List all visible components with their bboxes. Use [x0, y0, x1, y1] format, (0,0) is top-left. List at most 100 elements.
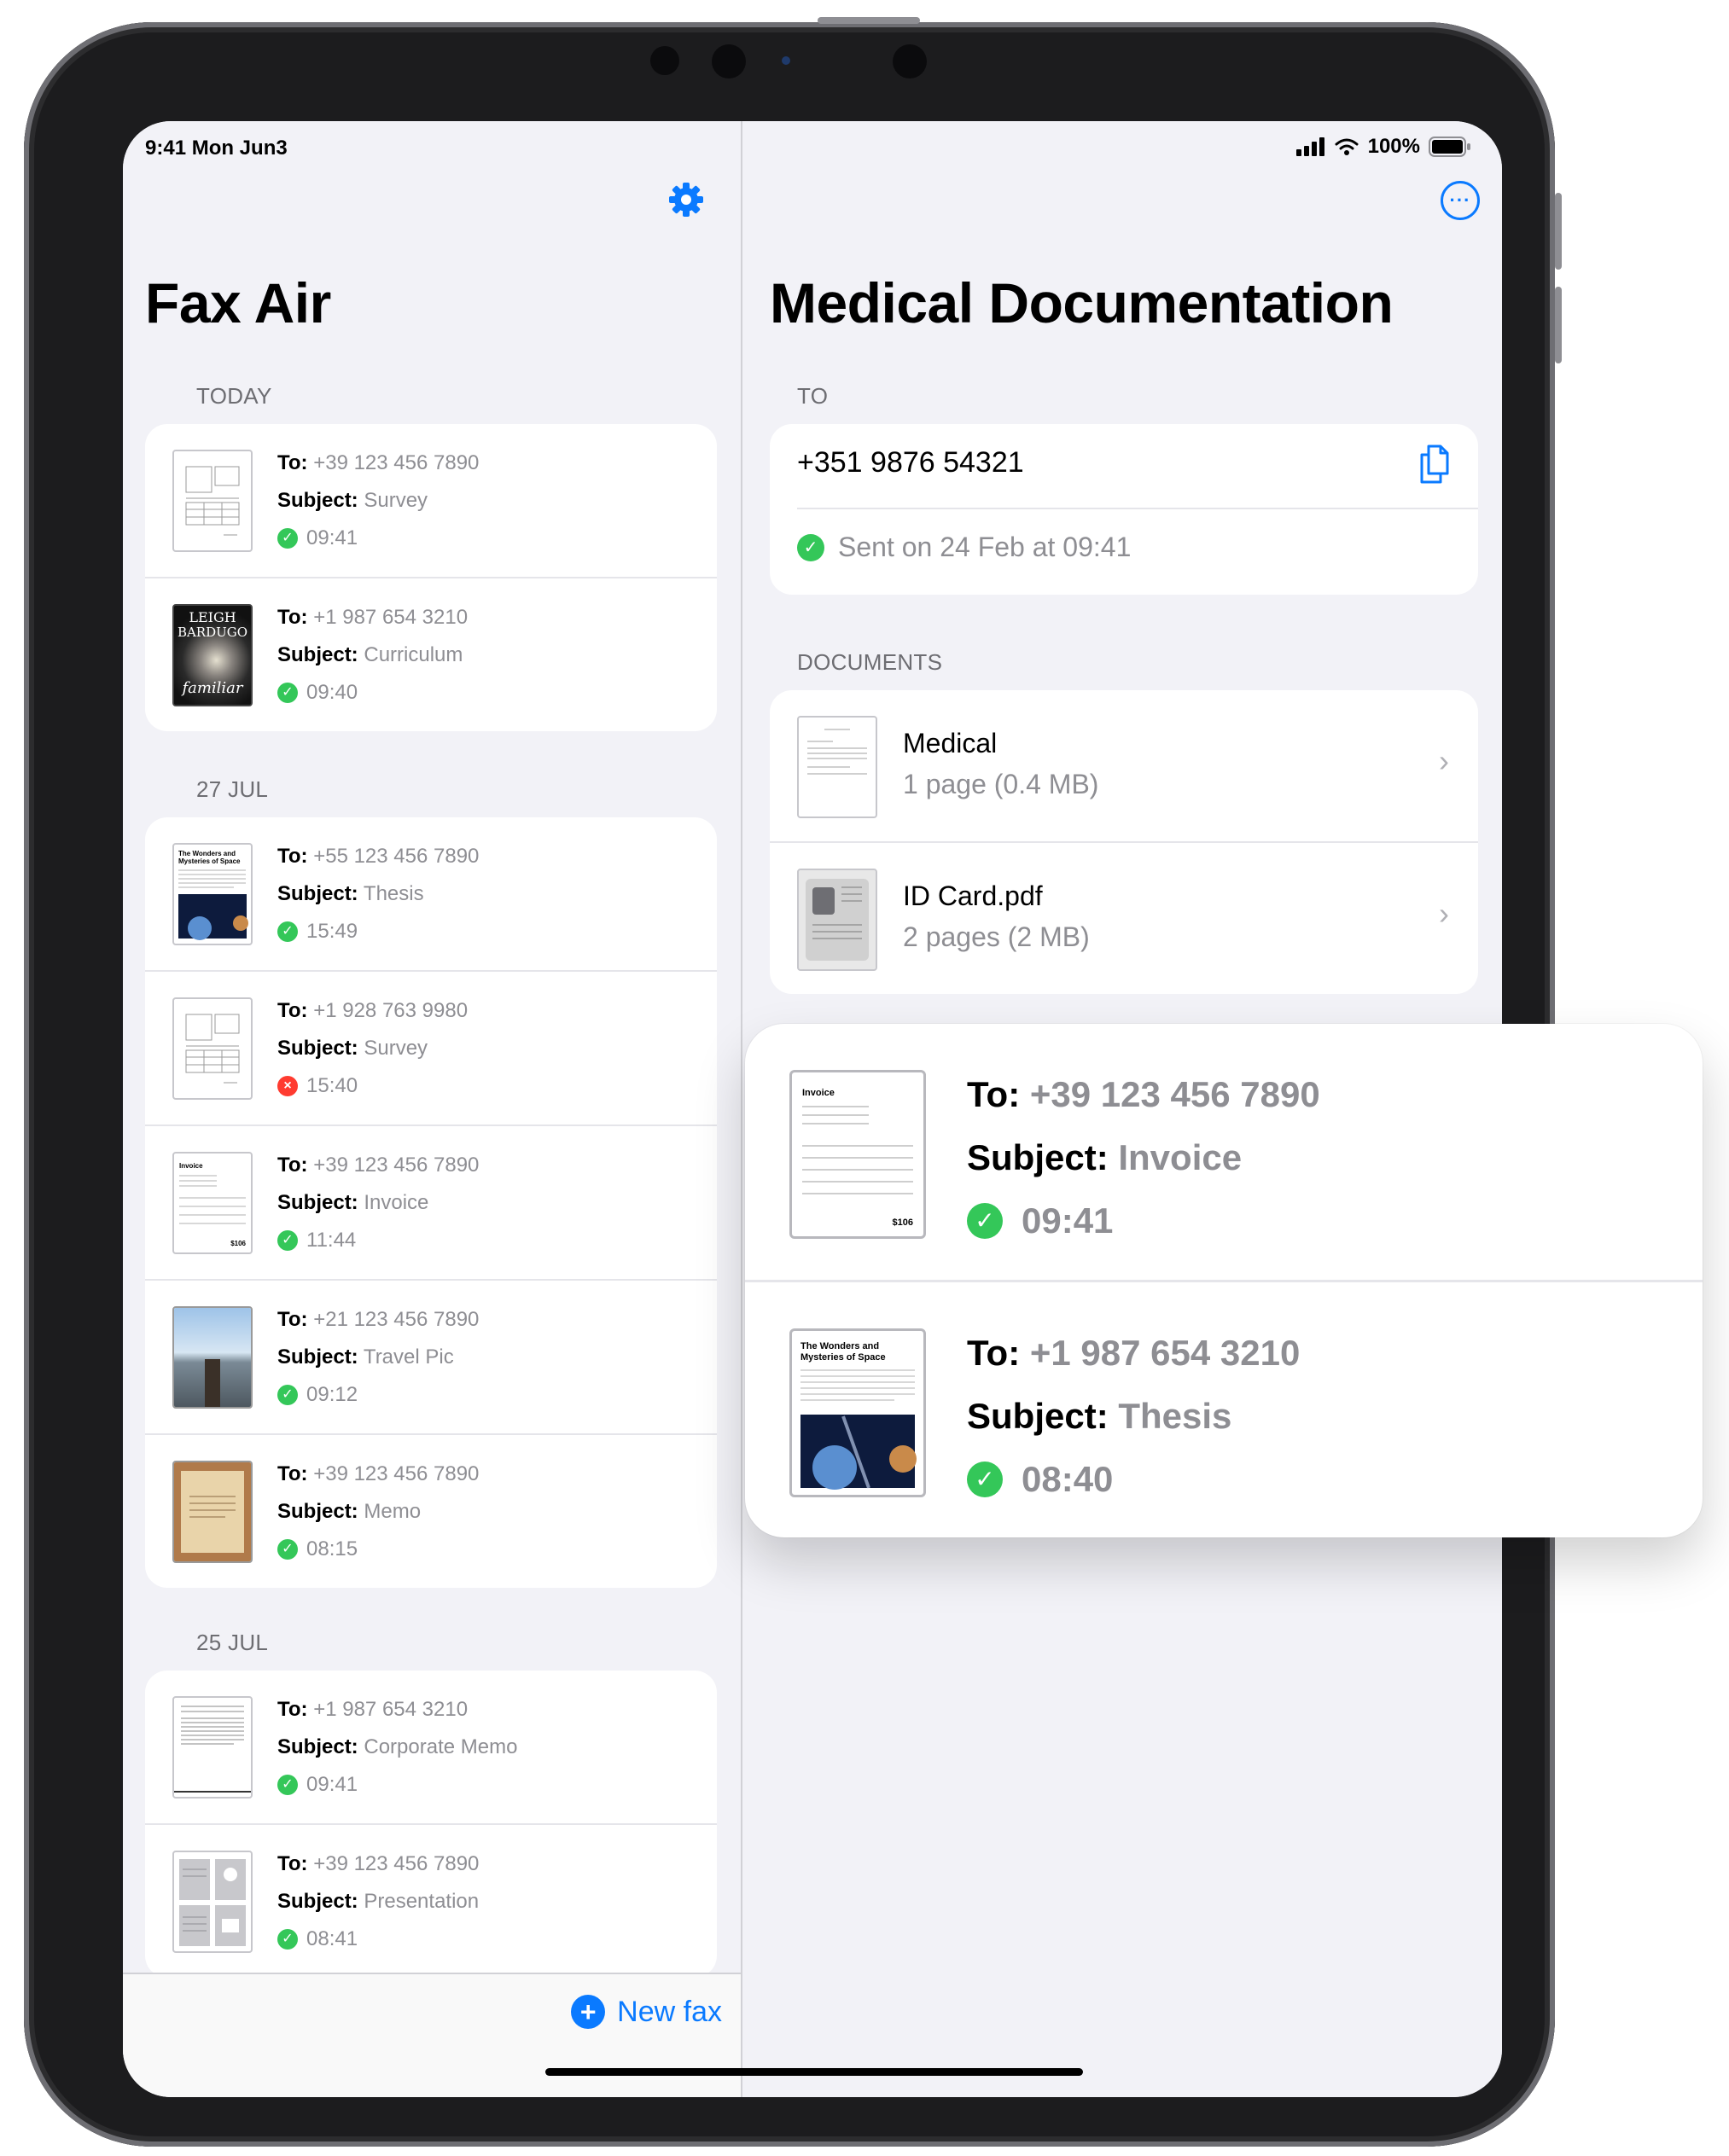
recipient-number: +21 123 456 7890 [313, 1308, 480, 1331]
cellular-icon [1295, 137, 1324, 156]
fax-row-text: To: +55 123 456 7890 Subject: Thesis ✓ 15… [277, 838, 479, 950]
recipient-number: +39 123 456 7890 [313, 1154, 480, 1177]
fax-time: 09:41 [306, 526, 358, 549]
subject-value: Survey [364, 1037, 428, 1060]
to-label: To: [277, 451, 308, 474]
checkmark-icon: ✓ [277, 1775, 298, 1795]
document-row-medical[interactable]: Medical 1 page (0.4 MB) › [770, 690, 1478, 841]
subject-value: Presentation [364, 1890, 480, 1913]
new-fax-button[interactable]: + New fax [571, 1995, 722, 2029]
sensor [893, 44, 927, 78]
subject-value: Survey [364, 489, 428, 512]
subject-value: Corporate Memo [364, 1735, 518, 1758]
checkmark-icon: ✓ [967, 1462, 1003, 1497]
home-indicator[interactable] [545, 2068, 1083, 2076]
subject-label: Subject: [277, 1890, 358, 1913]
top-button [818, 17, 920, 24]
checkmark-icon: ✓ [277, 1385, 298, 1405]
section-header-documents: DOCUMENTS [797, 649, 943, 675]
fax-row[interactable]: Invoice $106 To: +39 123 456 7890 Subjec… [145, 1126, 717, 1281]
recipient-number: +39 123 456 7890 [313, 1462, 480, 1485]
fax-row[interactable]: To: +1 928 763 9980 Subject: Survey × 15:… [145, 972, 717, 1126]
subject-label: Subject: [277, 1735, 358, 1758]
to-label: To: [277, 1852, 308, 1875]
document-name: Medical [903, 728, 998, 758]
battery-icon [1429, 137, 1470, 157]
checkmark-icon: ✓ [277, 683, 298, 703]
doc-thumbnail [172, 1306, 253, 1409]
checkmark-icon: ✓ [277, 1929, 298, 1950]
doc-thumbnail [172, 1851, 253, 1953]
documents-group: Medical 1 page (0.4 MB) › ID Card.pdf 2 … [770, 690, 1478, 994]
recipient-group: +351 9876 54321 ✓ Sent on 24 Feb at 09:4… [770, 424, 1478, 595]
fax-time: 08:41 [306, 1927, 358, 1950]
section-header-25-jul: 25 JUL [196, 1630, 269, 1655]
fax-row[interactable]: LEIGH BARDUGO familiar To: +1 987 654 32… [145, 578, 717, 731]
chevron-right-icon: › [1439, 743, 1449, 778]
popup-fax-row[interactable]: Invoice $106 To: +39 123 456 7890 Subjec… [745, 1024, 1703, 1280]
doc-thumbnail: The Wonders and Mysteries of Space [172, 843, 253, 945]
subject-value: Invoice [1118, 1137, 1243, 1177]
fax-row[interactable]: To: +39 123 456 7890 Subject: Memo ✓ 08:1… [145, 1435, 717, 1588]
doc-thumbnail: The Wonders and Mysteries of Space [789, 1328, 926, 1497]
camera-light [782, 56, 790, 65]
fax-row-text: To: +39 123 456 7890 Subject: Invoice ✓ 1… [277, 1147, 479, 1259]
fax-group-27-jul: The Wonders and Mysteries of Space To: +… [145, 817, 717, 1588]
xmark-icon: × [277, 1076, 298, 1096]
to-label: To: [277, 1308, 308, 1331]
document-row-id-card[interactable]: ID Card.pdf 2 pages (2 MB) › [770, 843, 1478, 994]
doc-thumbnail [797, 869, 877, 971]
doc-thumbnail [172, 1461, 253, 1563]
front-camera [712, 44, 746, 78]
plus-icon: + [571, 1995, 606, 2029]
section-header-27-jul: 27 JUL [196, 776, 269, 802]
recipient-number: +1 928 763 9980 [313, 999, 469, 1022]
battery-percent: 100% [1367, 135, 1420, 158]
to-label: To: [967, 1333, 1021, 1373]
fax-group-today: To: +39 123 456 7890 Subject: Survey ✓ 09… [145, 424, 717, 731]
subject-label: Subject: [277, 1500, 358, 1523]
fax-time: 09:41 [1022, 1200, 1114, 1241]
status-indicators: 100% [1295, 135, 1471, 159]
fax-time: 08:15 [306, 1537, 358, 1560]
subject-label: Subject: [277, 643, 358, 666]
checkmark-icon: ✓ [277, 1539, 298, 1560]
to-label: To: [277, 1698, 308, 1721]
fax-row-text: To: +1 928 763 9980 Subject: Survey × 15:… [277, 992, 468, 1105]
fax-row[interactable]: The Wonders and Mysteries of Space To: +… [145, 817, 717, 972]
recipient-number: +39 123 456 7890 [1029, 1074, 1320, 1114]
document-name: ID Card.pdf [903, 880, 1043, 911]
sent-status: ✓ Sent on 24 Feb at 09:41 [797, 532, 1131, 563]
fax-row[interactable]: To: +39 123 456 7890 Subject: Survey ✓ 09… [145, 424, 717, 578]
subject-value: Curriculum [364, 643, 463, 666]
gear-icon[interactable] [667, 181, 705, 218]
subject-label: Subject: [277, 1345, 358, 1369]
fax-row[interactable]: To: +39 123 456 7890 Subject: Presentati… [145, 1825, 717, 1978]
fax-time: 15:40 [306, 1074, 358, 1097]
to-label: To: [277, 606, 308, 629]
fax-row-text: To: +39 123 456 7890 Subject: Presentati… [277, 1845, 479, 1958]
recipient-number: +39 123 456 7890 [313, 451, 480, 474]
to-label: To: [277, 1462, 308, 1485]
subject-value: Memo [364, 1500, 422, 1523]
copy-icon[interactable] [1418, 445, 1451, 484]
fax-row-text: To: +21 123 456 7890 Subject: Travel Pic… [277, 1301, 479, 1414]
popup-fax-text: To: +1 987 654 3210 Subject: Thesis ✓ 08:… [967, 1322, 1300, 1511]
more-icon[interactable]: ··· [1441, 181, 1480, 220]
fax-detail-title: Medical Documentation [770, 271, 1394, 334]
thumb-total: $106 [230, 1240, 246, 1247]
sensor [650, 46, 679, 75]
doc-thumbnail [172, 1696, 253, 1799]
section-header-to: TO [797, 383, 829, 409]
checkmark-icon: ✓ [967, 1203, 1003, 1239]
fax-row-text: To: +39 123 456 7890 Subject: Survey ✓ 09… [277, 445, 479, 557]
thumb-total: $106 [892, 1217, 913, 1228]
popup-fax-row[interactable]: The Wonders and Mysteries of Space To: +… [745, 1280, 1703, 1537]
bottom-toolbar: + New fax [123, 1973, 741, 2097]
fax-row[interactable]: To: +21 123 456 7890 Subject: Travel Pic… [145, 1281, 717, 1435]
fax-preview-popup: Invoice $106 To: +39 123 456 7890 Subjec… [745, 1024, 1703, 1537]
app-title: Fax Air [145, 271, 331, 334]
recipient-number: +1 987 654 3210 [1029, 1333, 1301, 1373]
fax-row-text: To: +1 987 654 3210 Subject: Corporate M… [277, 1691, 517, 1804]
fax-row[interactable]: To: +1 987 654 3210 Subject: Corporate M… [145, 1671, 717, 1825]
